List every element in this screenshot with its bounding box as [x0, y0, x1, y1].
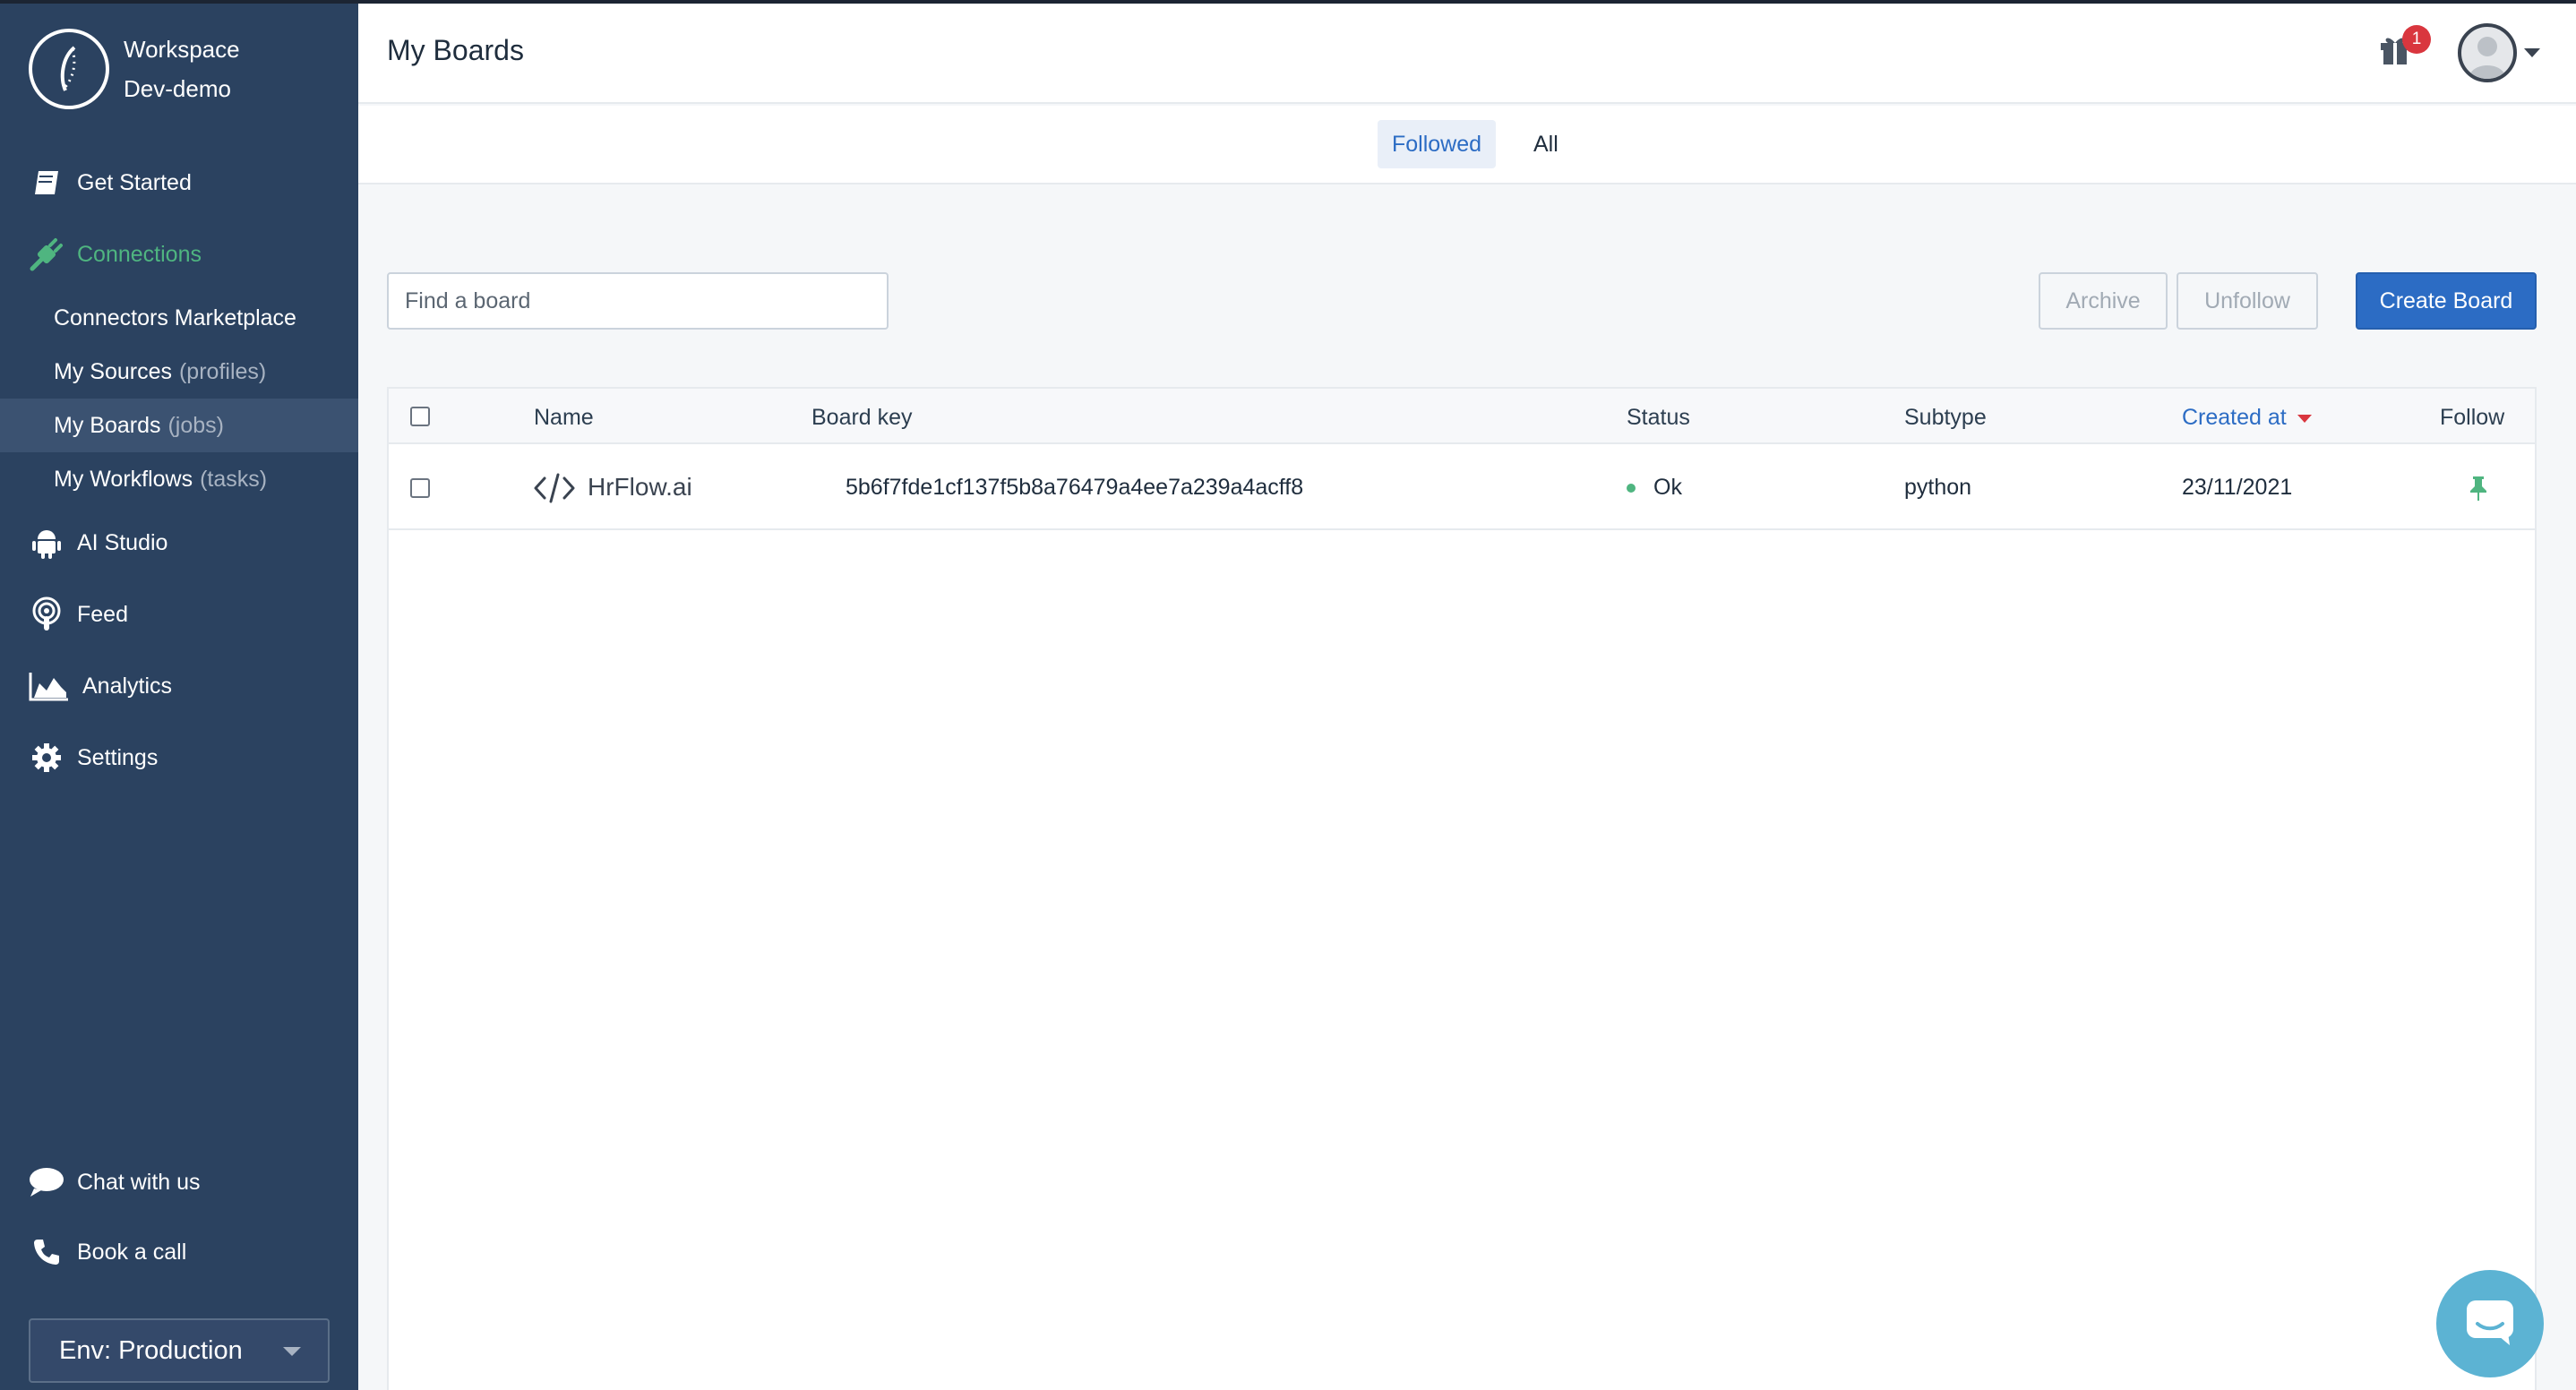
sidebar-item-label: Analytics [82, 673, 173, 699]
column-header-follow: Follow [2440, 405, 2505, 430]
chevron-down-icon [283, 1347, 301, 1356]
column-header-board-key[interactable]: Board key [811, 405, 913, 431]
plug-icon [29, 236, 64, 272]
archive-button[interactable]: Archive [2039, 272, 2168, 330]
tab-followed[interactable]: Followed [1378, 120, 1497, 168]
search-input[interactable] [387, 272, 889, 330]
sidebar-subitem-suffix: (jobs) [167, 412, 224, 438]
sidebar-subitem-label: Connectors Marketplace [54, 305, 296, 330]
book-icon [29, 165, 64, 201]
boards-table: Name Board key Status Subtype Created at… [387, 387, 2537, 1390]
board-key: 5b6f7fde1cf137f5b8a76479a4ee7a239a4acff8 [846, 475, 1304, 500]
unfollow-button[interactable]: Unfollow [2177, 272, 2318, 330]
column-header-status[interactable]: Status [1627, 405, 1690, 431]
sidebar-item-analytics[interactable]: Analytics [29, 665, 172, 708]
sidebar-item-label: AI Studio [77, 529, 168, 555]
sidebar-subitem-my-workflows[interactable]: My Workflows (tasks) [0, 452, 358, 506]
sidebar-item-settings[interactable]: Settings [29, 736, 158, 779]
sidebar-subitem-suffix: (profiles) [178, 358, 267, 384]
sort-desc-icon [2297, 414, 2312, 423]
status-badge: Ok [1627, 475, 1682, 501]
workspace-logo-icon [29, 29, 109, 109]
column-header-created-at[interactable]: Created at [2182, 405, 2312, 431]
sidebar-subitem-label: My Boards [54, 412, 161, 438]
sidebar-subitem-my-sources[interactable]: My Sources (profiles) [0, 345, 358, 399]
sidebar-item-label: Book a call [77, 1239, 187, 1265]
chat-icon [29, 1164, 64, 1200]
board-created-at: 23/11/2021 [2182, 475, 2293, 500]
sidebar-subitem-label: My Workflows [54, 466, 193, 492]
board-subtype: python [1904, 475, 1972, 500]
sidebar-item-label: Get Started [77, 169, 192, 195]
sidebar-item-label: Settings [77, 744, 159, 770]
sidebar-item-connections[interactable]: Connections [29, 233, 202, 276]
android-icon [29, 525, 64, 561]
sidebar: Workspace Dev-demo Get Started Connectio… [0, 0, 358, 1390]
code-icon [534, 473, 575, 508]
page-title: My Boards [387, 34, 524, 66]
environment-select-value: Env: Production [59, 1335, 243, 1365]
table-header: Name Board key Status Subtype Created at… [389, 389, 2535, 444]
workspace-switcher[interactable]: Workspace Dev-demo [29, 29, 240, 109]
status-text: Ok [1653, 475, 1682, 500]
status-dot-icon [1627, 484, 1636, 493]
phone-icon [29, 1234, 64, 1270]
sidebar-item-label: Chat with us [77, 1169, 201, 1195]
chevron-down-icon[interactable] [2524, 48, 2540, 57]
sidebar-item-label: Feed [77, 601, 128, 627]
column-header-subtype[interactable]: Subtype [1904, 405, 1987, 431]
chat-with-us-link[interactable]: Chat with us [29, 1161, 201, 1204]
sidebar-item-get-started[interactable]: Get Started [29, 161, 192, 204]
sidebar-subitem-my-boards[interactable]: My Boards (jobs) [0, 399, 358, 452]
gear-icon [29, 740, 64, 776]
environment-select[interactable]: Env: Production [29, 1318, 330, 1383]
sidebar-subitem-connectors-marketplace[interactable]: Connectors Marketplace [0, 291, 358, 345]
tab-all[interactable]: All [1519, 120, 1573, 168]
podcast-icon [29, 596, 64, 632]
avatar[interactable] [2458, 23, 2517, 82]
table-row[interactable]: HrFlow.ai 5b6f7fde1cf137f5b8a76479a4ee7a… [389, 446, 2535, 530]
sidebar-subitem-suffix: (tasks) [200, 466, 268, 492]
message-icon [2463, 1297, 2517, 1351]
board-name[interactable]: HrFlow.ai [588, 473, 692, 502]
area-chart-icon [29, 668, 70, 704]
sidebar-item-label: Connections [77, 241, 202, 267]
select-all-checkbox[interactable] [410, 407, 430, 426]
sidebar-subitem-label: My Sources [54, 358, 172, 384]
boards-filter-tabs: Followed All [358, 106, 2576, 184]
row-checkbox[interactable] [410, 478, 430, 498]
pin-icon[interactable] [2469, 475, 2488, 506]
sidebar-item-ai-studio[interactable]: AI Studio [29, 521, 167, 564]
create-board-button[interactable]: Create Board [2356, 272, 2537, 330]
book-a-call-link[interactable]: Book a call [29, 1231, 186, 1274]
notification-badge: 1 [2402, 25, 2431, 54]
workspace-name: Dev-demo [124, 75, 231, 102]
column-header-name[interactable]: Name [534, 405, 594, 431]
top-header: My Boards 1 [358, 0, 2576, 104]
chat-launcher-button[interactable] [2436, 1270, 2544, 1377]
column-header-label: Created at [2182, 405, 2287, 430]
workspace-label: Workspace [124, 36, 240, 63]
sidebar-item-feed[interactable]: Feed [29, 593, 128, 636]
